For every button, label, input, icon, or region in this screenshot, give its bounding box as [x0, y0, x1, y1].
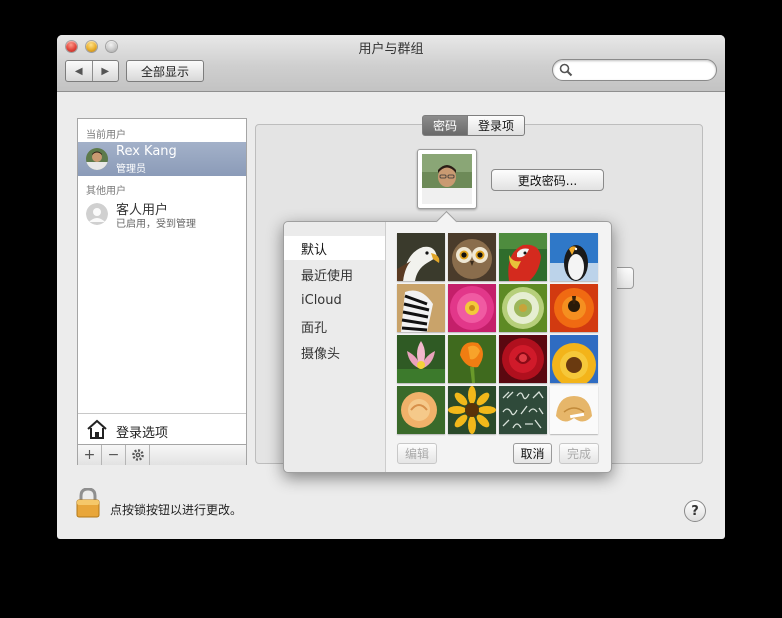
- window-title: 用户与群组: [358, 42, 424, 57]
- user-item-guest[interactable]: 客人用户 已启用，受到管理: [78, 197, 246, 231]
- category-icloud[interactable]: iCloud: [284, 288, 385, 312]
- edit-button[interactable]: 编辑: [397, 443, 437, 464]
- user-item-rex-kang[interactable]: Rex Kang 管理员: [78, 142, 246, 176]
- remove-user-button[interactable]: −: [102, 445, 126, 465]
- gear-icon: [131, 449, 144, 461]
- partially-hidden-button[interactable]: [617, 267, 634, 289]
- title-bar: 用户与群组 ◀ ▶ 全部显示: [57, 35, 725, 92]
- add-user-button[interactable]: +: [78, 445, 102, 465]
- login-options-item[interactable]: 登录选项: [78, 413, 246, 444]
- picture-fortune-cookie[interactable]: [550, 386, 598, 434]
- picture-red-rose[interactable]: [499, 335, 547, 383]
- tab-bar: 密码 登录项: [422, 115, 526, 136]
- picture-zebra[interactable]: [397, 284, 445, 332]
- user-list: 当前用户 Rex Kang 管理员 其他用户 客人用户 已启用，受到管理 登录选…: [77, 118, 247, 465]
- picture-penguin[interactable]: [550, 233, 598, 281]
- window: 用户与群组 ◀ ▶ 全部显示 当前用户 Rex Kang 管理员 其他用户 客人…: [57, 35, 725, 539]
- picture-yellow-daisy[interactable]: [448, 386, 496, 434]
- picture-orange-tulip[interactable]: [448, 335, 496, 383]
- lock-icon[interactable]: [76, 488, 100, 518]
- picture-grid: [397, 233, 601, 434]
- search-field[interactable]: [552, 59, 717, 81]
- category-recent[interactable]: 最近使用: [284, 262, 385, 286]
- guest-avatar-icon: [86, 203, 108, 225]
- tab-password[interactable]: 密码: [422, 115, 469, 136]
- tab-login-items[interactable]: 登录项: [468, 115, 526, 136]
- category-camera[interactable]: 摄像头: [284, 340, 385, 364]
- picture-orange-flower[interactable]: [550, 284, 598, 332]
- user-picture-button[interactable]: [417, 149, 477, 209]
- user-role: 管理员: [116, 164, 146, 175]
- picture-picker-popover: 默认 最近使用 iCloud 面孔 摄像头 编辑 取消 完成: [283, 210, 612, 473]
- house-icon: [87, 419, 107, 439]
- user-picture: [422, 154, 472, 204]
- picture-yellow-rose[interactable]: [397, 386, 445, 434]
- user-status: 已启用，受到管理: [116, 219, 196, 230]
- picture-categories: 默认 最近使用 iCloud 面孔 摄像头: [284, 222, 386, 472]
- category-faces[interactable]: 面孔: [284, 314, 385, 338]
- login-options-label: 登录选项: [116, 426, 169, 441]
- show-all-button[interactable]: 全部显示: [126, 60, 204, 82]
- search-icon: [559, 63, 573, 77]
- picture-lotus[interactable]: [397, 335, 445, 383]
- nav-back-forward: ◀ ▶: [65, 60, 119, 82]
- help-button[interactable]: ?: [684, 500, 706, 522]
- gear-button[interactable]: [126, 445, 150, 465]
- picture-chalkboard[interactable]: [499, 386, 547, 434]
- forward-icon[interactable]: ▶: [91, 61, 119, 81]
- category-default[interactable]: 默认: [284, 236, 385, 260]
- picture-pink-flower[interactable]: [448, 284, 496, 332]
- picture-sunflower[interactable]: [550, 335, 598, 383]
- lock-message: 点按锁按钮以进行更改。: [110, 503, 243, 517]
- picture-dandelion[interactable]: [499, 284, 547, 332]
- avatar: [86, 148, 108, 170]
- cancel-button[interactable]: 取消: [513, 443, 552, 464]
- user-list-buttons: + −: [78, 444, 246, 465]
- back-icon[interactable]: ◀: [66, 61, 92, 81]
- user-name: Rex Kang: [116, 144, 177, 159]
- other-users-heading: 其他用户: [86, 186, 126, 197]
- done-button[interactable]: 完成: [559, 443, 599, 464]
- picture-eagle[interactable]: [397, 233, 445, 281]
- search-input[interactable]: [575, 62, 709, 77]
- picture-owl[interactable]: [448, 233, 496, 281]
- change-password-button[interactable]: 更改密码...: [491, 169, 604, 191]
- picture-parrot[interactable]: [499, 233, 547, 281]
- current-users-heading: 当前用户: [86, 130, 126, 141]
